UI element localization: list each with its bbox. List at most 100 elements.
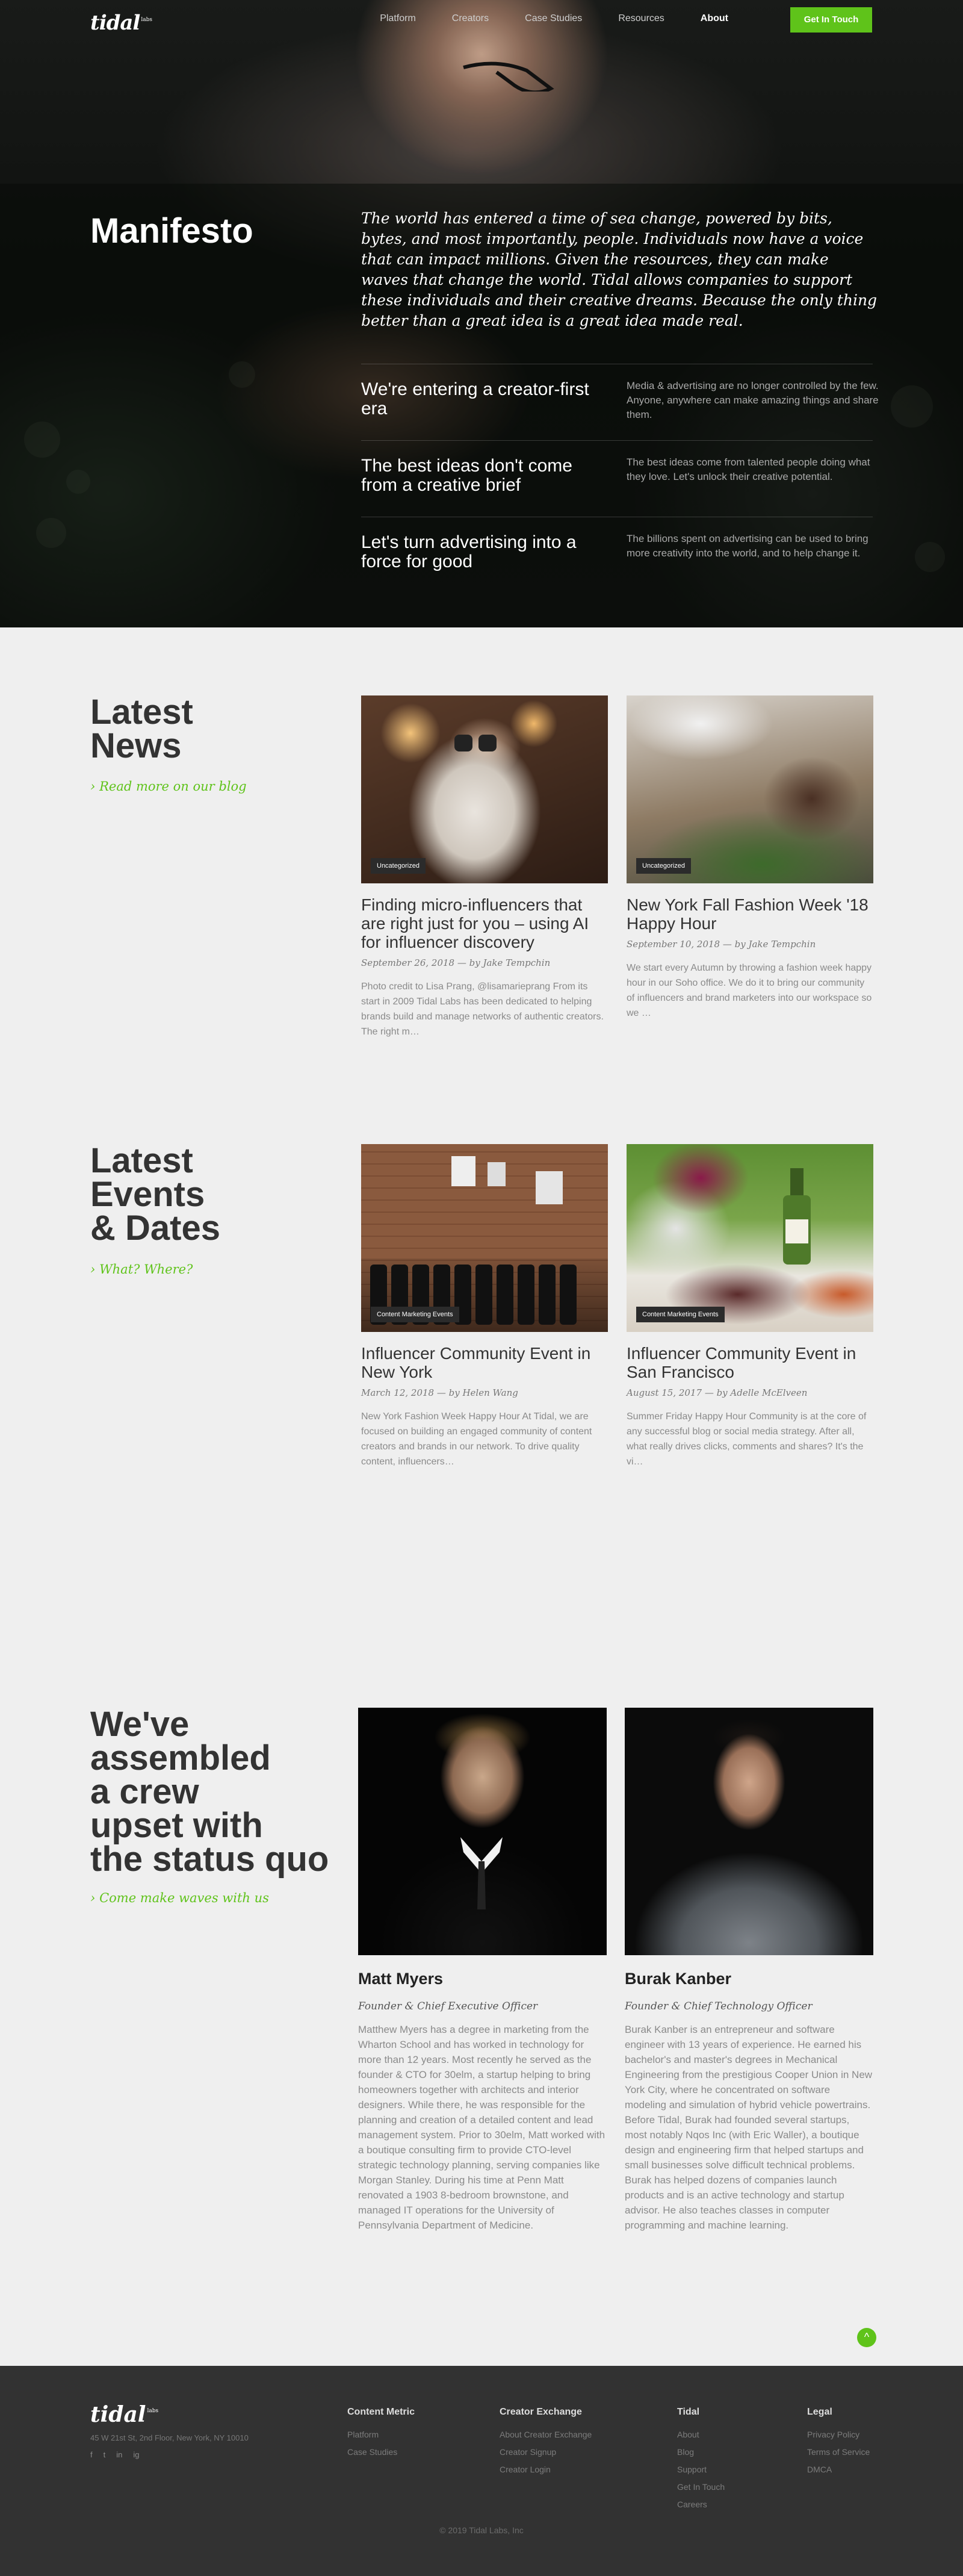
nav-link-creators[interactable]: Creators [452,13,489,24]
team-member-bio: Matthew Myers has a degree in marketing … [358,2024,605,2231]
pillar-heading: We're entering a creator-first era [361,379,589,418]
nav-link-resources[interactable]: Resources [618,13,664,24]
get-in-touch-button[interactable]: Get In Touch [790,7,872,33]
event-image[interactable]: Content Marketing Events [361,1144,608,1332]
news-card-meta: September 10, 2018 — by Jake Tempchin [627,939,816,950]
footer-link[interactable]: Support [677,2461,725,2478]
footer-link[interactable]: Case Studies [347,2444,415,2461]
team-member-name: Matt Myers [358,1970,444,1988]
footer-logo[interactable]: tidal labs [90,2402,158,2427]
shirt-collar-shape [460,1837,503,1909]
event-card-meta: March 12, 2018 — by Helen Wang [361,1387,518,1398]
footer-column-title: Legal [807,2407,832,2417]
team-member-role: Founder & Chief Executive Officer [358,2000,538,2012]
footer-link[interactable]: DMCA [807,2461,870,2478]
footer-link[interactable]: Platform [347,2426,415,2444]
manifesto-pillars: We're entering a creator-first era Media… [361,364,879,593]
event-card-title[interactable]: Influencer Community Event in San Franci… [627,1344,873,1381]
glasses-shape [463,61,554,92]
footer-link[interactable]: Get In Touch [677,2478,725,2496]
news-card-title[interactable]: Finding micro-influencers that are right… [361,895,608,951]
footer: tidal labs 45 W 21st St, 2nd Floor, New Y… [0,2366,963,2576]
footer-link[interactable]: About [677,2426,725,2444]
footer-link[interactable]: Blog [677,2444,725,2461]
wall-photo [536,1171,563,1204]
pillar-heading: The best ideas don't come from a creativ… [361,456,572,495]
wall-photo [488,1162,506,1186]
avatar [625,1708,873,1955]
hero-section: tidal labs Platform Creators Case Studies… [0,0,963,627]
event-card-excerpt: Summer Friday Happy Hour Community is at… [627,1411,867,1467]
footer-link[interactable]: Creator Signup [500,2444,592,2461]
events-title: Latest Events & Dates [90,1141,220,1248]
nav-link-platform[interactable]: Platform [380,13,416,24]
careers-link[interactable]: › Come make waves with us [90,1891,269,1905]
twitter-icon[interactable]: t [104,2450,106,2459]
footer-column: Legal Privacy Policy Terms of Service DM… [807,2407,870,2478]
nav-link-case-studies[interactable]: Case Studies [525,13,582,24]
footer-link[interactable]: Creator Login [500,2461,592,2478]
news-title: Latest News [90,692,193,765]
linkedin-icon[interactable]: in [116,2450,122,2459]
news-card-excerpt: Photo credit to Lisa Prang, @lisamariepr… [361,982,604,1037]
news-image[interactable]: Uncategorized [361,695,608,883]
category-tag[interactable]: Uncategorized [636,858,691,874]
team-member-bio: Burak Kanber is an entrepreneur and soft… [625,2024,873,2231]
footer-link[interactable]: Careers [677,2496,725,2513]
pillar: Let's turn advertising into a force for … [361,517,873,593]
news-card-meta: September 26, 2018 — by Jake Tempchin [361,957,551,968]
nav-link-about[interactable]: About [701,13,728,24]
copyright: © 2019 Tidal Labs, Inc [439,2525,524,2535]
nav-links: Platform Creators Case Studies Resources… [344,13,728,24]
news-card-excerpt: We start every Autumn by throwing a fash… [627,963,872,1018]
footer-column: Content Metric Platform Case Studies [347,2407,415,2461]
team-member: Matt Myers Founder & Chief Executive Off… [358,1708,607,2233]
team-title: We've assembled a crew upset with the status… [90,1705,329,1879]
category-tag[interactable]: Uncategorized [371,858,426,874]
top-nav: tidal labs Platform Creators Case Studies… [0,7,963,35]
back-to-top-button[interactable]: ^ [857,2328,876,2347]
team-member-name: Burak Kanber [625,1970,732,1988]
pillar: We're entering a creator-first era Media… [361,364,879,440]
binoculars-shape [454,735,497,751]
logo[interactable]: tidal labs [90,11,152,35]
manifesto-text: The world has entered a time of sea chan… [361,210,878,329]
footer-link[interactable]: About Creator Exchange [500,2426,592,2444]
events-link[interactable]: › What? Where? [90,1262,193,1277]
footer-column-title: Creator Exchange [500,2407,582,2417]
footer-column-title: Content Metric [347,2407,415,2417]
team-member-role: Founder & Chief Technology Officer [625,2000,813,2012]
footer-link[interactable]: Terms of Service [807,2444,870,2461]
event-card-meta: August 15, 2017 — by Adelle McElveen [627,1387,808,1398]
event-card[interactable]: Content Marketing Events Influencer Comm… [361,1144,608,1469]
pillar-body: Media & advertising are no longer contro… [627,380,879,420]
blog-link[interactable]: › Read more on our blog [90,779,247,794]
event-card-excerpt: New York Fashion Week Happy Hour At Tida… [361,1411,592,1467]
pillar: The best ideas don't come from a creativ… [361,440,873,517]
pillar-heading: Let's turn advertising into a force for … [361,532,577,571]
footer-column: Creator Exchange About Creator Exchange … [500,2407,592,2478]
category-tag[interactable]: Content Marketing Events [371,1307,459,1322]
event-image[interactable]: Content Marketing Events [627,1144,873,1332]
news-card[interactable]: Uncategorized New York Fall Fashion Week… [627,695,873,1021]
chevron-up-icon: ^ [864,2331,870,2343]
news-card[interactable]: Uncategorized Finding micro-influencers … [361,695,608,1039]
footer-column: Tidal About Blog Support Get In Touch Ca… [677,2407,725,2513]
facebook-icon[interactable]: f [90,2450,93,2459]
news-image[interactable]: Uncategorized [627,695,873,883]
footer-link[interactable]: Privacy Policy [807,2426,870,2444]
manifesto-title: Manifesto [90,211,253,250]
instagram-icon[interactable]: ig [133,2450,139,2459]
event-card[interactable]: Content Marketing Events Influencer Comm… [627,1144,873,1469]
team-member: Burak Kanber Founder & Chief Technology … [625,1708,873,2233]
wall-photo [451,1156,475,1186]
pillar-body: The best ideas come from talented people… [627,456,870,482]
wine-bottle-shape [783,1168,811,1265]
pillar-body: The billions spent on advertising can be… [627,533,869,559]
news-card-title[interactable]: New York Fall Fashion Week '18 Happy Hou… [627,895,873,933]
category-tag[interactable]: Content Marketing Events [636,1307,725,1322]
footer-column-title: Tidal [677,2407,700,2417]
event-card-title[interactable]: Influencer Community Event in New York [361,1344,608,1381]
social-links: f t in ig [90,2450,140,2459]
footer-address: 45 W 21st St, 2nd Floor, New York, NY 10… [90,2433,249,2442]
